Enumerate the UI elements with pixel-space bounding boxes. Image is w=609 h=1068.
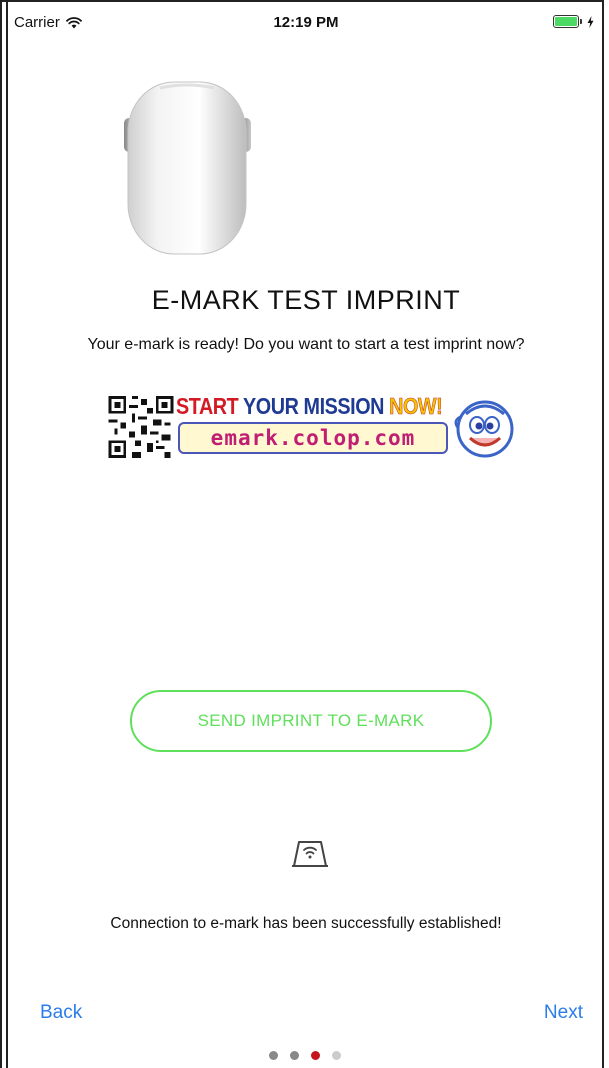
connection-status: Connection to e-mark has been successful… [110,915,502,932]
mascot-icon [454,400,514,458]
charging-bolt-icon [587,15,594,28]
banner-headline-mission: YOUR MISSION [243,393,385,419]
banner-headline-start: START [176,393,239,419]
printer-wifi-icon [292,841,328,867]
page-title: E-MARK TEST IMPRINT [151,285,461,315]
battery-icon [553,15,579,28]
status-bar: Carrier 12:19 PM [10,14,602,42]
frame-border-right [602,0,604,1068]
page-subtitle: Your e-mark is ready! Do you want to sta… [87,336,525,353]
page-indicator [0,1051,609,1060]
banner-headline-now: NOW! [389,393,443,420]
frame-border-left-inner [6,0,8,1068]
next-button[interactable]: Next [544,1002,583,1024]
back-button[interactable]: Back [40,1002,82,1024]
banner-headline: START YOUR MISSION NOW! [176,392,443,420]
screen-frame [0,0,609,1068]
page-dot-1[interactable] [268,1051,278,1060]
page-dot-4[interactable] [331,1051,341,1060]
battery-group [553,15,594,28]
promo-banner: START YOUR MISSION NOW! emark.colop.com [108,392,520,462]
battery-tip [580,19,582,24]
page-dot-2[interactable] [289,1051,299,1060]
banner-url: emark.colop.com [210,426,416,450]
send-imprint-button[interactable]: SEND IMPRINT TO E-MARK [130,690,492,752]
send-imprint-label: SEND IMPRINT TO E-MARK [197,711,425,730]
page-dot-3-active[interactable] [310,1051,320,1060]
e-mark-device-image [124,81,251,255]
banner-url-box: emark.colop.com [178,422,448,454]
qr-code-icon [108,396,174,458]
frame-border-top [0,0,604,2]
status-time: 12:19 PM [273,14,339,31]
frame-border-left-outer [0,0,2,1068]
